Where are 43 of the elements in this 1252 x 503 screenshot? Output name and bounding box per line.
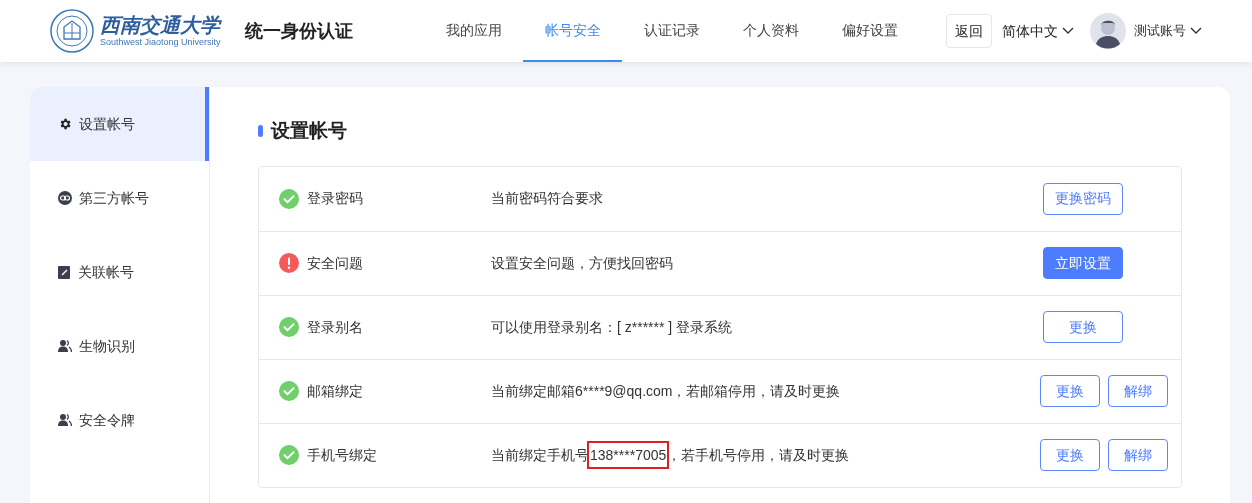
action-button[interactable]: 更换 <box>1043 311 1123 343</box>
sidebar-item[interactable]: 生物识别 <box>30 309 209 383</box>
user-menu[interactable]: 测试账号 <box>1134 21 1202 41</box>
sidebar-item[interactable]: 第三方帐号 <box>30 161 209 235</box>
link-icon <box>58 191 72 205</box>
setting-label: 安全问题 <box>307 253 363 273</box>
section-title: 设置帐号 <box>271 119 347 143</box>
action-button[interactable]: 解绑 <box>1108 375 1168 407</box>
nav-tab[interactable]: 我的应用 <box>424 0 523 62</box>
chevron-down-icon <box>1190 27 1202 35</box>
logo-name: 西南交通大学 <box>100 15 221 35</box>
nav-tab[interactable]: 帐号安全 <box>523 0 622 62</box>
action-button[interactable]: 更换 <box>1040 375 1100 407</box>
nav-tab[interactable]: 偏好设置 <box>820 0 919 62</box>
sidebar-item[interactable]: 安全令牌 <box>30 383 209 457</box>
logo-subtitle: Southwest Jiaotong University <box>100 38 221 47</box>
setting-description: 当前绑定手机号 138****7005，若手机号停用，请及时更换 <box>491 444 850 466</box>
language-dropdown[interactable]: 简体中文 <box>1002 20 1074 42</box>
setting-description: 可以使用登录别名：[ z****** ] 登录系统 <box>491 317 733 337</box>
setting-label: 登录别名 <box>307 317 363 337</box>
title-marker-icon <box>258 125 263 138</box>
action-button[interactable]: 更换 <box>1040 439 1100 471</box>
setting-label: 手机号绑定 <box>307 445 377 465</box>
setting-description: 设置安全问题，方便找回密码 <box>491 253 673 273</box>
action-button[interactable]: 立即设置 <box>1043 247 1123 279</box>
sidebar-item[interactable]: 设置帐号 <box>30 87 209 161</box>
chevron-down-icon <box>1062 27 1074 35</box>
back-button[interactable]: 返回 <box>946 14 992 48</box>
university-seal-icon <box>50 9 94 53</box>
setting-label: 登录密码 <box>307 189 363 208</box>
setting-description: 当前密码符合要求 <box>491 189 603 208</box>
nav-tab[interactable]: 认证记录 <box>622 0 721 62</box>
action-button[interactable]: 更换密码 <box>1043 182 1123 215</box>
sidebar-item[interactable]: 关联帐号 <box>30 235 209 309</box>
nav-tab[interactable]: 个人资料 <box>721 0 820 62</box>
users-icon <box>58 339 72 353</box>
users-icon <box>58 413 72 427</box>
action-button[interactable]: 解绑 <box>1108 439 1168 471</box>
app-title: 统一身份认证 <box>245 19 353 43</box>
gear-icon <box>58 117 72 131</box>
setting-label: 邮箱绑定 <box>307 381 363 401</box>
setting-description: 当前绑定邮箱6****9@qq.com，若邮箱停用，请及时更换 <box>491 381 841 401</box>
avatar-icon[interactable] <box>1090 13 1126 49</box>
